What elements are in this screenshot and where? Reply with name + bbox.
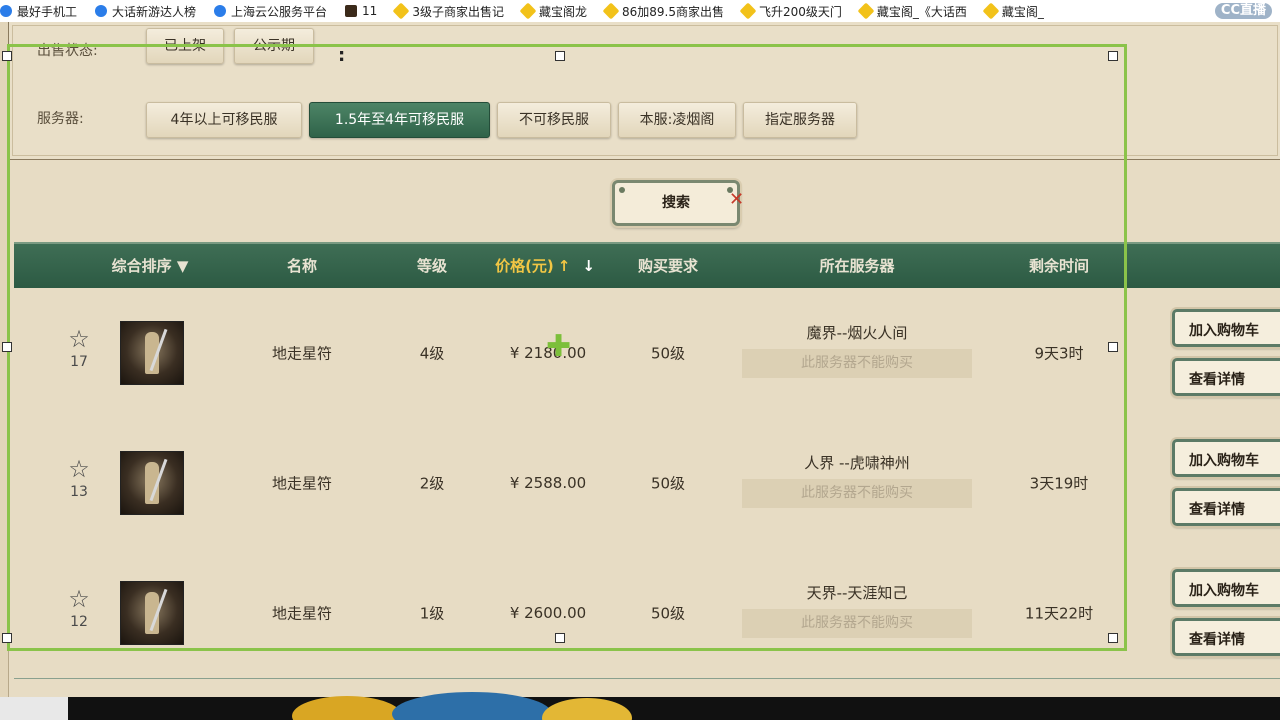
- resize-handle[interactable]: [555, 633, 565, 643]
- bookmark-icon: [982, 2, 1000, 20]
- resize-handle[interactable]: [1108, 342, 1118, 352]
- bottom-left-panel: [0, 697, 68, 720]
- bookmark-item[interactable]: 飞升200级天门: [739, 2, 842, 20]
- bookmark-icon: [602, 2, 620, 20]
- move-cursor-icon: ✚: [546, 329, 572, 364]
- bookmark-icon: [214, 5, 227, 17]
- bookmark-item[interactable]: 藏宝阁龙: [519, 2, 587, 20]
- bottom-bar: [0, 697, 1280, 720]
- bookmark-item[interactable]: 大话新游达人榜: [95, 3, 196, 20]
- resize-handle[interactable]: [2, 51, 12, 61]
- mascot-part: [542, 698, 632, 720]
- resize-handle[interactable]: [2, 633, 12, 643]
- bookmark-icon: [95, 5, 108, 17]
- mascot-part: [392, 692, 552, 720]
- bookmark-item[interactable]: 上海云公服务平台: [214, 3, 327, 20]
- bookmark-icon: [739, 2, 757, 20]
- add-to-cart-button[interactable]: 加入购物车: [1172, 309, 1280, 347]
- resize-handle[interactable]: [1108, 633, 1118, 643]
- resize-handle[interactable]: [2, 342, 12, 352]
- view-details-button[interactable]: 查看详情: [1172, 488, 1280, 526]
- bookmark-item[interactable]: 3级子商家出售记: [392, 2, 504, 20]
- view-details-button[interactable]: 查看详情: [1172, 358, 1280, 396]
- add-to-cart-button[interactable]: 加入购物车: [1172, 569, 1280, 607]
- bookmark-icon: [519, 2, 537, 20]
- bookmark-item[interactable]: 86加89.5商家出售: [602, 2, 724, 20]
- resize-handle[interactable]: [555, 51, 565, 61]
- cc-live-logo: CC直播: [1214, 3, 1272, 19]
- resize-handle[interactable]: [1108, 51, 1118, 61]
- view-details-button[interactable]: 查看详情: [1172, 618, 1280, 656]
- bookmark-item[interactable]: 藏宝阁_: [982, 2, 1044, 20]
- mascot-part: [292, 696, 402, 720]
- bookmark-icon: [345, 5, 358, 17]
- bookmark-item[interactable]: 藏宝阁_《大话西: [857, 2, 967, 20]
- bookmark-icon: [392, 2, 410, 20]
- bookmarks-bar: 最好手机工 大话新游达人榜 上海云公服务平台 11 3级子商家出售记 藏宝阁龙 …: [0, 0, 1280, 23]
- add-to-cart-button[interactable]: 加入购物车: [1172, 439, 1280, 477]
- bookmark-item[interactable]: 11: [345, 4, 377, 18]
- mascot-image: [292, 690, 632, 720]
- bookmark-icon: [0, 5, 12, 17]
- bookmark-item[interactable]: 最好手机工: [0, 3, 77, 20]
- bookmark-icon: [857, 2, 875, 20]
